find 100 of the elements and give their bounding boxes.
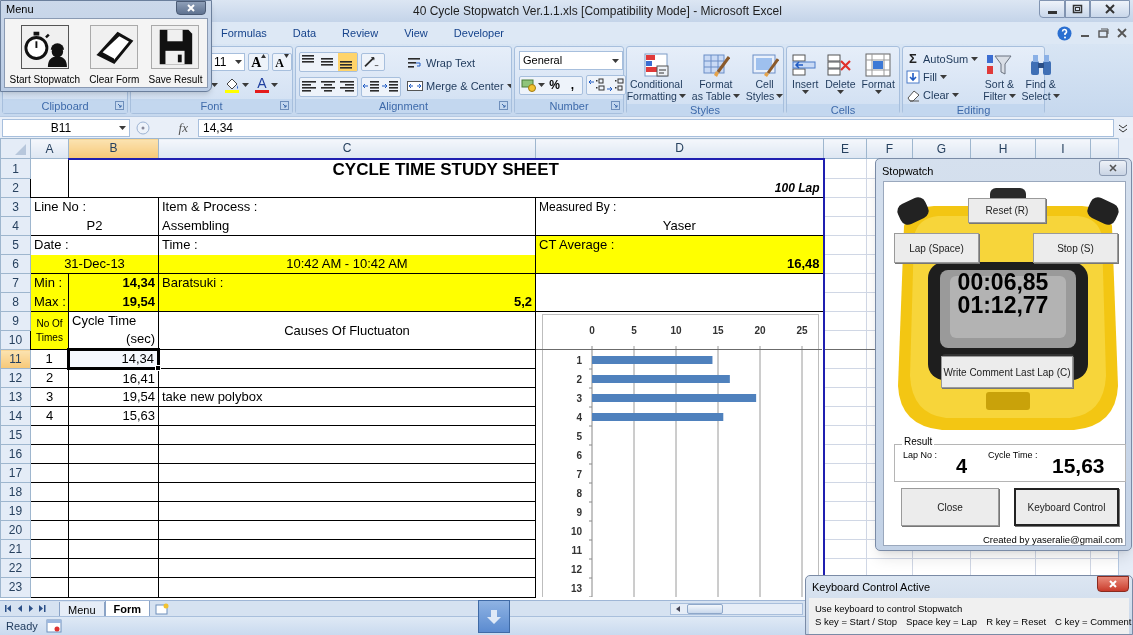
number-style-button[interactable]: , xyxy=(564,76,581,94)
table-cell[interactable]: 15,63 xyxy=(68,406,159,426)
number-style-button[interactable]: % xyxy=(546,76,563,94)
last-sheet-icon[interactable] xyxy=(38,604,46,613)
ribbon-tab[interactable]: Review xyxy=(333,23,388,43)
lap-button[interactable]: Lap (Space) xyxy=(894,233,979,263)
merge-center-button[interactable]: Merge & Center xyxy=(407,77,511,95)
ribbon-tab[interactable]: Data xyxy=(283,23,326,43)
dialog-launcher-icon[interactable] xyxy=(611,101,620,110)
menu-button[interactable]: Start Stopwatch xyxy=(9,25,81,87)
column-header[interactable]: F xyxy=(866,138,913,159)
name-box[interactable]: B11 xyxy=(2,118,130,137)
ribbon-button[interactable]: Format as Table xyxy=(690,50,741,104)
axis-label: 6 xyxy=(576,450,582,461)
decrease-decimal-icon[interactable] xyxy=(606,76,625,94)
merge-cells-icon xyxy=(407,79,423,93)
row-header[interactable]: 23 xyxy=(0,577,31,597)
minimize-button[interactable] xyxy=(1039,0,1065,18)
field-label: Cycle Time : xyxy=(988,449,1038,462)
group-label: Editing xyxy=(956,104,991,116)
close-button[interactable] xyxy=(176,1,206,15)
table-cell: P2 xyxy=(30,216,159,236)
ribbon-button[interactable]: Clear xyxy=(906,87,979,103)
number-format-dropdown[interactable]: General xyxy=(519,51,623,70)
ribbon-tab[interactable]: Developer xyxy=(444,23,513,43)
ribbon-button[interactable]: Insert xyxy=(790,50,821,104)
previous-sheet-icon[interactable] xyxy=(16,604,24,613)
ribbon-button[interactable]: Format xyxy=(860,50,896,104)
comment-button[interactable]: Write Comment Last Lap (C) xyxy=(941,356,1073,388)
column-header[interactable]: B xyxy=(68,138,159,159)
horizontal-scrollbar[interactable] xyxy=(670,602,803,615)
column-header[interactable]: H xyxy=(970,138,1036,159)
table-cell: 100 Lap xyxy=(68,178,824,198)
axis-label: 10 xyxy=(570,526,582,537)
lap-number: 4 xyxy=(956,454,968,479)
increase-decimal-icon[interactable] xyxy=(587,76,606,94)
ribbon-button[interactable]: Fill xyxy=(906,69,979,85)
stop-button[interactable]: Stop (S) xyxy=(1033,233,1118,263)
sheet-tab[interactable]: Menu xyxy=(59,601,105,617)
text-orientation-icon[interactable] xyxy=(361,53,385,71)
fill-color-button[interactable] xyxy=(224,76,249,94)
font-color-button[interactable]: A xyxy=(255,76,278,94)
wrap-text-button[interactable]: Wrap Text xyxy=(407,54,511,72)
scrollbar-thumb[interactable] xyxy=(687,603,723,614)
insert-function-button[interactable]: fx xyxy=(154,117,194,138)
formula-field[interactable]: 14,34 xyxy=(198,118,1114,137)
fill-handle[interactable] xyxy=(155,365,161,372)
restore-button[interactable] xyxy=(1065,0,1090,18)
arrow-button[interactable] xyxy=(478,600,510,633)
ribbon-button[interactable]: Cell Styles xyxy=(744,50,785,104)
ribbon-button[interactable]: Conditional Formatting xyxy=(625,50,687,104)
table-cell[interactable]: 19,54 xyxy=(68,387,159,407)
ribbon-tab[interactable]: View xyxy=(395,23,437,43)
sheet-tab[interactable]: Form xyxy=(104,600,151,617)
first-sheet-icon[interactable] xyxy=(5,604,13,613)
menu-button[interactable]: Save Result xyxy=(148,25,203,87)
close-icon[interactable] xyxy=(1117,28,1127,38)
dialog-launcher-icon[interactable] xyxy=(115,101,124,110)
instruction-text: Use keyboard to control Stopwatch xyxy=(815,603,964,614)
splitter-handle-icon[interactable] xyxy=(136,119,150,136)
ribbon-button[interactable]: Sort & Filter xyxy=(982,50,1017,104)
dialog-launcher-icon[interactable] xyxy=(499,101,508,110)
cell-brush-icon xyxy=(750,52,779,78)
grow-font-button[interactable]: A xyxy=(248,53,270,71)
ribbon-tab[interactable]: Formulas xyxy=(212,23,276,43)
axis-label: 13 xyxy=(570,583,582,594)
dialog-launcher-icon[interactable] xyxy=(280,101,289,110)
column-header[interactable]: D xyxy=(535,138,824,159)
ribbon-button[interactable]: Find & Select xyxy=(1020,50,1061,104)
next-sheet-icon[interactable] xyxy=(27,604,35,613)
table-cell[interactable]: 14,34 xyxy=(68,349,159,369)
menu-button[interactable]: Clear Form xyxy=(89,25,140,87)
table-cell[interactable]: 16,41 xyxy=(68,368,159,388)
stopwatch-worker-icon xyxy=(20,25,69,69)
field-label: Lap No : xyxy=(903,449,938,462)
row-header[interactable]: 1 xyxy=(0,158,31,179)
close-button[interactable] xyxy=(1090,0,1130,18)
window-button[interactable]: Keyboard Control xyxy=(1014,488,1119,526)
reset-button[interactable]: Reset (R) xyxy=(968,198,1046,223)
column-header[interactable]: I xyxy=(1035,138,1091,159)
help-icon[interactable] xyxy=(1057,25,1072,41)
currency-icon[interactable] xyxy=(521,77,537,93)
shortcut-text: S key = Start / Stop xyxy=(815,616,898,627)
table-cell: 4 xyxy=(30,406,69,426)
column-header[interactable]: G xyxy=(912,138,971,159)
window-button[interactable]: Close xyxy=(901,488,999,526)
group-label: Cells xyxy=(830,104,856,116)
expand-icon[interactable] xyxy=(1118,122,1128,133)
align-bottom-icon[interactable] xyxy=(338,53,357,71)
shrink-font-button[interactable]: A xyxy=(272,53,292,71)
font-size-field[interactable]: 11 xyxy=(211,53,246,71)
column-header[interactable]: C xyxy=(158,138,536,159)
ribbon-button[interactable]: Delete xyxy=(824,50,857,104)
column-header[interactable]: E xyxy=(823,138,867,159)
restore-icon[interactable] xyxy=(1098,28,1109,38)
close-button[interactable] xyxy=(1097,576,1129,592)
ribbon-button[interactable]: Σ AutoSum xyxy=(906,51,979,67)
close-button[interactable] xyxy=(1099,160,1127,176)
column-header[interactable]: A xyxy=(30,138,69,159)
macro-record-icon[interactable] xyxy=(45,619,62,633)
